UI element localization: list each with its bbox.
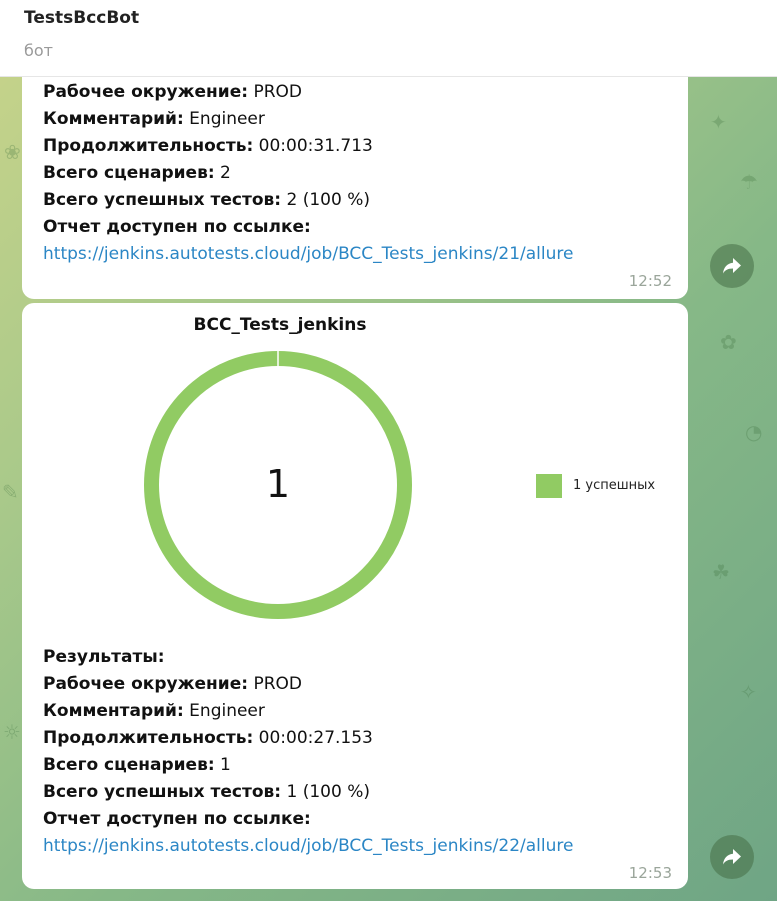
chat-title[interactable]: TestsBccBot xyxy=(24,8,139,28)
field-label: Комментарий: xyxy=(43,109,184,129)
message-line: Продолжительность: 00:00:31.713 xyxy=(43,136,373,156)
wallpaper-doodle: ☘ xyxy=(712,560,730,584)
message-time: 12:52 xyxy=(628,272,672,290)
field-value: 00:00:27.153 xyxy=(258,728,373,748)
field-value: 2 (100 %) xyxy=(286,190,371,210)
field-value: Engineer xyxy=(189,701,265,721)
wallpaper-doodle: ☂ xyxy=(740,170,758,194)
message-bubble[interactable]: BCC_Tests_jenkins 1 1 успешных Результат… xyxy=(22,303,688,889)
message-line: Всего сценариев: 2 xyxy=(43,163,231,183)
field-value: PROD xyxy=(253,674,302,694)
wallpaper-doodle: ❀ xyxy=(4,140,21,164)
field-label: Рабочее окружение: xyxy=(43,674,249,694)
donut-chart: 1 xyxy=(144,350,412,619)
field-label: Продолжительность: xyxy=(43,136,254,156)
message-heading: Результаты: xyxy=(43,647,165,667)
field-label: Продолжительность: xyxy=(43,728,254,748)
chat-header[interactable]: TestsBccBot бот xyxy=(0,0,777,77)
field-label: Отчет доступен по ссылке: xyxy=(43,809,311,829)
field-label: Всего сценариев: xyxy=(43,163,215,183)
field-value: Engineer xyxy=(189,109,265,129)
wallpaper-doodle: ✎ xyxy=(2,480,19,504)
message-line: Всего сценариев: 1 xyxy=(43,755,231,775)
message-line: Всего успешных тестов: 1 (100 %) xyxy=(43,782,370,802)
chart-title: BCC_Tests_jenkins xyxy=(193,315,367,335)
wallpaper-doodle: ✿ xyxy=(720,330,737,354)
wallpaper-doodle: ◔ xyxy=(745,420,763,444)
wallpaper-doodle: ☼ xyxy=(3,720,21,744)
message-line: Рабочее окружение: PROD xyxy=(43,674,302,694)
field-label: Отчет доступен по ссылке: xyxy=(43,217,311,237)
report-link[interactable]: https://jenkins.autotests.cloud/job/BCC_… xyxy=(43,244,573,264)
results-heading: Результаты: xyxy=(43,647,165,667)
legend-swatch xyxy=(536,474,562,498)
field-label: Всего успешных тестов: xyxy=(43,782,282,802)
chat-subtitle: бот xyxy=(24,41,53,60)
message-line: Комментарий: Engineer xyxy=(43,109,265,129)
field-value: 00:00:31.713 xyxy=(258,136,373,156)
field-label: Рабочее окружение: xyxy=(43,82,249,102)
field-value: 1 xyxy=(220,755,231,775)
forward-button[interactable] xyxy=(710,835,754,879)
message-time: 12:53 xyxy=(628,864,672,882)
message-bubble[interactable]: Рабочее окружение: PROD Комментарий: Eng… xyxy=(22,60,688,299)
message-line: Отчет доступен по ссылке: xyxy=(43,217,311,237)
field-label: Комментарий: xyxy=(43,701,184,721)
wallpaper-doodle: ✧ xyxy=(740,680,757,704)
chart-center-label: 1 xyxy=(266,462,290,506)
message-line: Рабочее окружение: PROD xyxy=(43,82,302,102)
message-line: Отчет доступен по ссылке: xyxy=(43,809,311,829)
forward-arrow-icon xyxy=(723,849,741,865)
message-line: Продолжительность: 00:00:27.153 xyxy=(43,728,373,748)
wallpaper-doodle: ✦ xyxy=(710,110,727,134)
field-value: 2 xyxy=(220,163,231,183)
field-value: 1 (100 %) xyxy=(286,782,371,802)
message-line: Всего успешных тестов: 2 (100 %) xyxy=(43,190,370,210)
field-value: PROD xyxy=(253,82,302,102)
forward-button[interactable] xyxy=(710,244,754,288)
legend-label: 1 успешных xyxy=(573,478,656,493)
forward-arrow-icon xyxy=(723,258,741,274)
message-line: Комментарий: Engineer xyxy=(43,701,265,721)
field-label: Всего сценариев: xyxy=(43,755,215,775)
report-link[interactable]: https://jenkins.autotests.cloud/job/BCC_… xyxy=(43,836,573,856)
field-label: Всего успешных тестов: xyxy=(43,190,282,210)
